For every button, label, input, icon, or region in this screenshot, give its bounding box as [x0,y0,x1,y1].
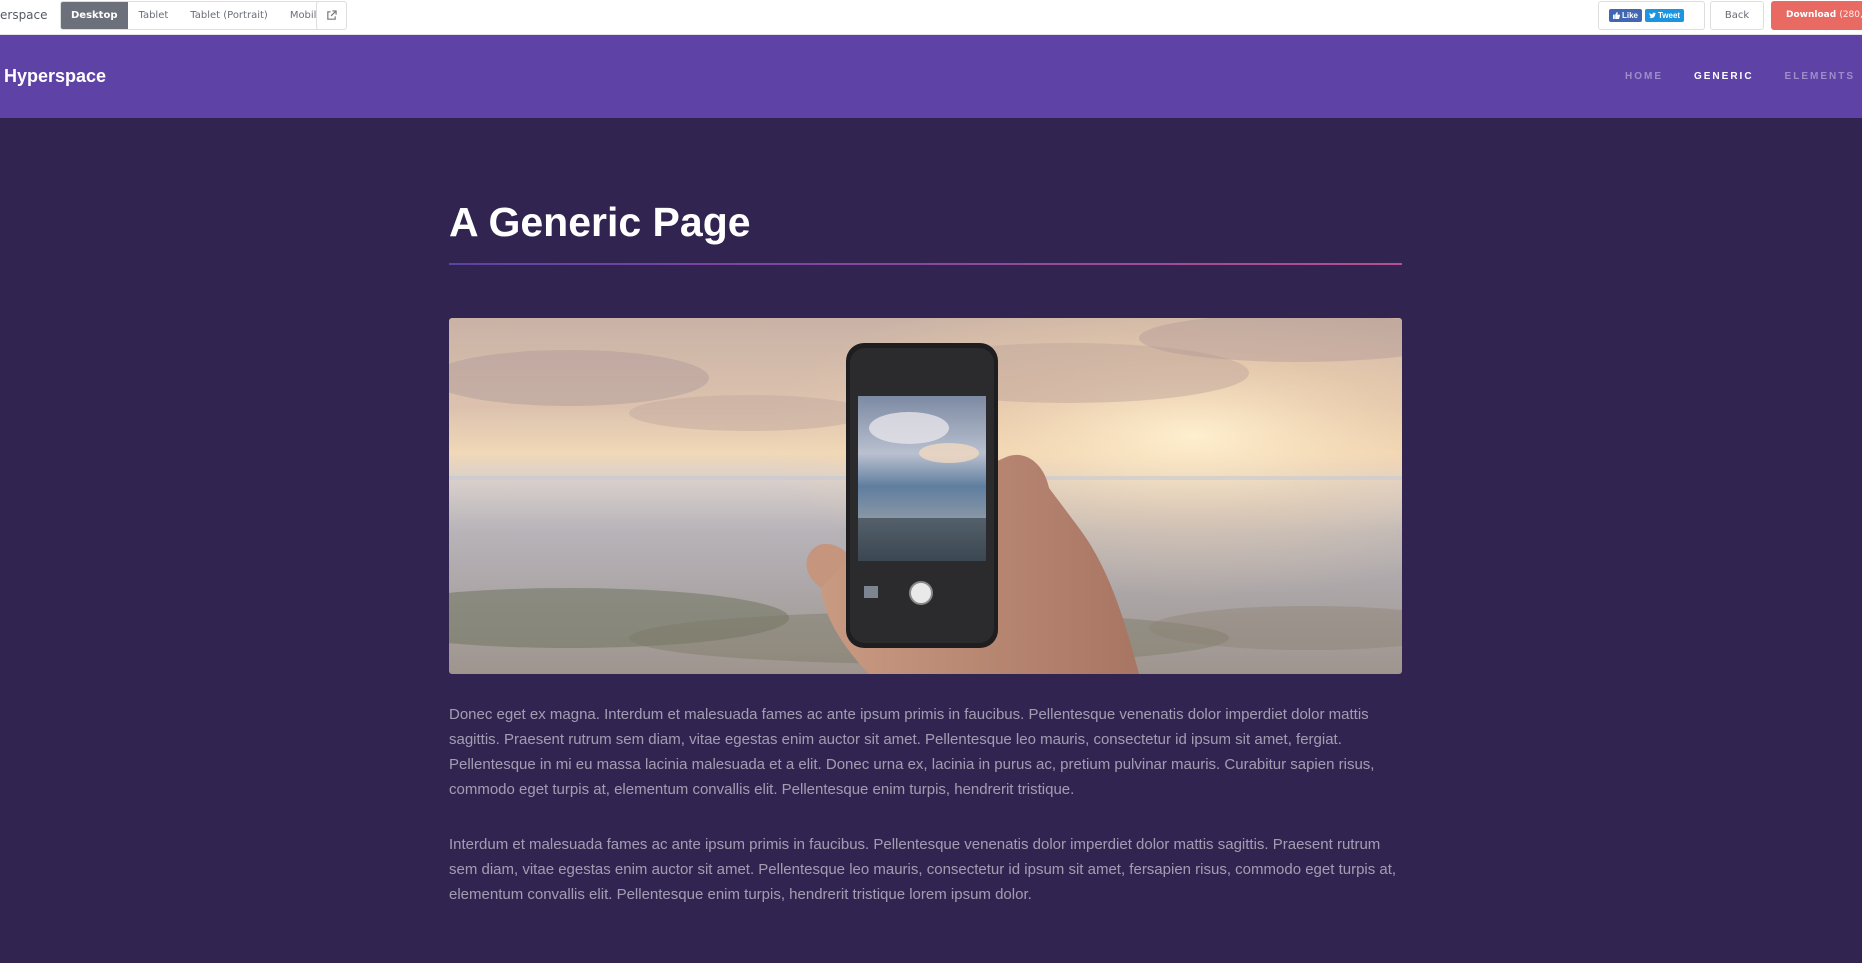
preview-toolbar: erspace Desktop Tablet Tablet (Portrait)… [0,0,1862,35]
phone-on-beach-photo [449,318,1402,674]
twitter-bird-icon [1649,12,1657,19]
download-label: Download [1786,10,1837,20]
download-button[interactable]: Download (280,6 [1771,1,1862,30]
back-button[interactable]: Back [1710,1,1764,30]
social-buttons: Like Tweet [1598,1,1705,30]
tweet-button[interactable]: Tweet [1645,9,1685,22]
banner-image [449,318,1402,674]
paragraph: Interdum et malesuada fames ac ante ipsu… [449,836,1397,903]
page-title: A Generic Page [449,199,751,245]
nav-generic-link[interactable]: Generic [1694,71,1754,82]
facebook-like-button[interactable]: Like [1609,9,1643,22]
site-header: Hyperspace Home Generic Elements [0,35,1862,118]
paragraph: Donec eget ex magna. Interdum et malesua… [449,706,1375,798]
template-name: erspace [0,8,48,22]
device-tablet-button[interactable]: Tablet [127,2,180,29]
nav-home-link[interactable]: Home [1625,71,1663,82]
site-title[interactable]: Hyperspace [4,35,106,118]
nav-elements-link[interactable]: Elements [1785,71,1855,82]
open-external-button[interactable] [316,1,347,30]
device-switcher: Desktop Tablet Tablet (Portrait) Mobile [60,1,335,30]
device-desktop-button[interactable]: Desktop [61,2,128,29]
tweet-label: Tweet [1658,11,1681,20]
like-label: Like [1622,11,1639,20]
main-nav: Home Generic Elements [1594,35,1862,118]
title-divider [449,263,1402,265]
device-tablet-portrait-button[interactable]: Tablet (Portrait) [179,2,279,29]
external-link-icon [327,10,337,20]
download-size: (280,6 [1839,10,1862,20]
thumbs-up-icon [1613,12,1620,19]
